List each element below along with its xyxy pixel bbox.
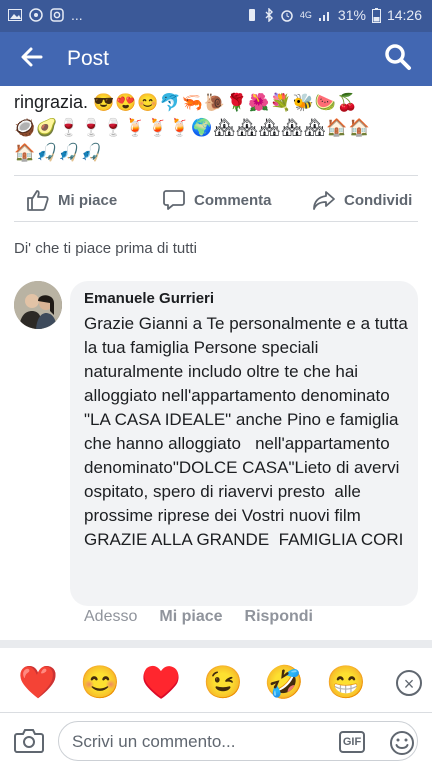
share-icon xyxy=(313,191,335,210)
status-more: ... xyxy=(71,7,83,23)
bluetooth-icon xyxy=(265,8,273,22)
first-like-prompt: Di' che ti piace prima di tutti xyxy=(14,240,197,257)
comment-like-link[interactable]: Mi piace xyxy=(159,608,222,626)
close-icon: × xyxy=(403,674,415,694)
battery-icon xyxy=(371,7,381,23)
divider xyxy=(14,221,418,222)
reaction-heart[interactable]: ❤️ xyxy=(18,662,58,702)
camera-button[interactable] xyxy=(14,727,44,753)
comment-label: Commenta xyxy=(194,191,272,209)
post-emojis-3: 🏠🎣🎣🎣 xyxy=(14,143,103,162)
emoji-picker-button[interactable] xyxy=(389,730,415,756)
reaction-heart-suit[interactable]: ♥️ xyxy=(141,662,181,702)
gallery-icon xyxy=(8,9,22,21)
post-text-tail: ringrazia. xyxy=(14,92,89,112)
post-actions: Mi piace Commenta Condividi xyxy=(0,182,432,218)
page-title: Post xyxy=(67,47,110,70)
avatar-photo xyxy=(14,281,62,329)
quick-reactions-bar: ❤️ 😊 ♥️ 😉 🤣 😁 × xyxy=(0,648,432,722)
smiley-icon xyxy=(390,731,414,755)
reaction-wink[interactable]: 😉 xyxy=(203,662,243,702)
like-button[interactable]: Mi piace xyxy=(26,182,117,218)
comment-time: Adesso xyxy=(84,608,138,625)
comment-input[interactable]: Scrivi un commento... GIF xyxy=(58,721,418,761)
reaction-smile[interactable]: 😊 xyxy=(80,662,120,702)
back-button[interactable] xyxy=(20,45,44,73)
like-label: Mi piace xyxy=(58,191,118,209)
search-icon xyxy=(385,44,411,70)
comment-button[interactable]: Commenta xyxy=(162,182,272,218)
app-bar: Post xyxy=(0,32,432,86)
post-emojis-1: 😎😍😊🐬🦐🐌🌹🌺💐🐝🍉🍒 xyxy=(93,93,360,112)
vibrate-icon xyxy=(248,9,255,21)
share-label: Condividi xyxy=(344,191,413,209)
comment-composer: Scrivi un commento... GIF xyxy=(0,712,432,769)
post-emojis-2: 🥥🥑🍷🍷🍷🍹🍹🍹🌍🏘🏘🏘🏘🏘🏠🏠 xyxy=(14,118,371,137)
battery-percent: 31% xyxy=(337,7,366,23)
alarm-icon xyxy=(281,10,293,22)
search-button[interactable] xyxy=(384,43,414,73)
status-bar-left: ... xyxy=(8,7,83,23)
signal-icon xyxy=(318,12,329,21)
comment-icon xyxy=(163,190,185,210)
post-body: ringrazia. 😎😍😊🐬🦐🐌🌹🌺💐🐝🍉🍒 🥥🥑🍷🍷🍷🍹🍹🍹🌍🏘🏘🏘🏘🏘🏠🏠… xyxy=(14,86,424,165)
arrow-left-icon xyxy=(21,47,43,67)
reaction-rofl[interactable]: 🤣 xyxy=(264,662,304,702)
reaction-grin[interactable]: 😁 xyxy=(326,662,366,702)
thumbs-up-icon xyxy=(27,190,49,211)
comment-reply-link[interactable]: Rispondi xyxy=(245,608,313,626)
comment-input-placeholder: Scrivi un commento... xyxy=(72,732,236,751)
comment-meta: Adesso Mi piace Rispondi xyxy=(84,608,313,626)
share-button[interactable]: Condividi xyxy=(312,182,412,218)
instagram-icon xyxy=(50,8,64,22)
close-reactions-button[interactable]: × xyxy=(396,670,422,696)
camera-icon xyxy=(14,729,44,753)
gif-button[interactable]: GIF xyxy=(339,731,365,753)
divider xyxy=(14,175,418,176)
comment-author[interactable]: Emanuele Gurrieri xyxy=(84,290,214,307)
avatar[interactable] xyxy=(14,281,62,329)
separator-band xyxy=(0,640,432,648)
status-bar: ... 4G 31% 14:26 xyxy=(0,0,432,32)
comment-text: Grazie Gianni a Te personalmente e a tut… xyxy=(84,314,413,549)
comment-bubble[interactable]: Emanuele Gurrieri Grazie Gianni a Te per… xyxy=(70,281,418,606)
network-type: 4G xyxy=(299,10,312,20)
whatsapp-icon xyxy=(29,8,43,22)
post-text-line: ringrazia. 😎😍😊🐬🦐🐌🌹🌺💐🐝🍉🍒 xyxy=(14,90,424,115)
clock: 14:26 xyxy=(386,7,422,23)
status-bar-right: 4G 31% 14:26 xyxy=(246,7,422,23)
